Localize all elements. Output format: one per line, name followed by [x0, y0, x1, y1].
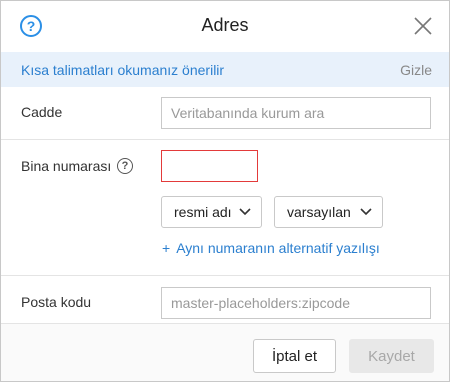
dialog-header: ? Adres: [1, 1, 449, 51]
instructions-banner: Kısa talimatları okumanız önerilir Gizle: [1, 52, 449, 87]
address-dialog: ? Adres Kısa talimatları okumanız öneril…: [0, 0, 450, 382]
add-alternative-spelling-link[interactable]: + Aynı numaranın alternatif yazılışı: [162, 240, 380, 256]
postal-code-input[interactable]: master-placeholders:zipcode: [161, 287, 431, 319]
building-number-input[interactable]: [161, 150, 258, 182]
street-search-input[interactable]: Veritabanında kurum ara: [161, 97, 431, 129]
hide-banner-link[interactable]: Gizle: [400, 62, 432, 78]
variant-select-value: varsayılan: [287, 204, 351, 220]
close-icon[interactable]: [414, 17, 432, 35]
chevron-down-icon: [239, 208, 251, 216]
add-alternative-label: Aynı numaranın alternatif yazılışı: [176, 240, 380, 256]
divider: [1, 139, 449, 140]
street-label: Cadde: [21, 104, 63, 120]
cancel-button[interactable]: İptal et: [253, 339, 336, 373]
divider: [1, 323, 449, 324]
building-help-icon[interactable]: ?: [117, 158, 133, 174]
plus-icon: +: [162, 240, 171, 256]
divider: [1, 275, 449, 276]
postal-code-label: Posta kodu: [21, 294, 92, 310]
save-button[interactable]: Kaydet: [349, 339, 434, 373]
dialog-title: Adres: [201, 15, 249, 35]
name-type-select-value: resmi adı: [174, 204, 232, 220]
building-number-label: Bina numarası: [21, 158, 112, 174]
chevron-down-icon: [360, 208, 372, 216]
variant-select[interactable]: varsayılan: [274, 196, 383, 228]
instructions-link[interactable]: Kısa talimatları okumanız önerilir: [21, 62, 224, 78]
name-type-select[interactable]: resmi adı: [161, 196, 262, 228]
